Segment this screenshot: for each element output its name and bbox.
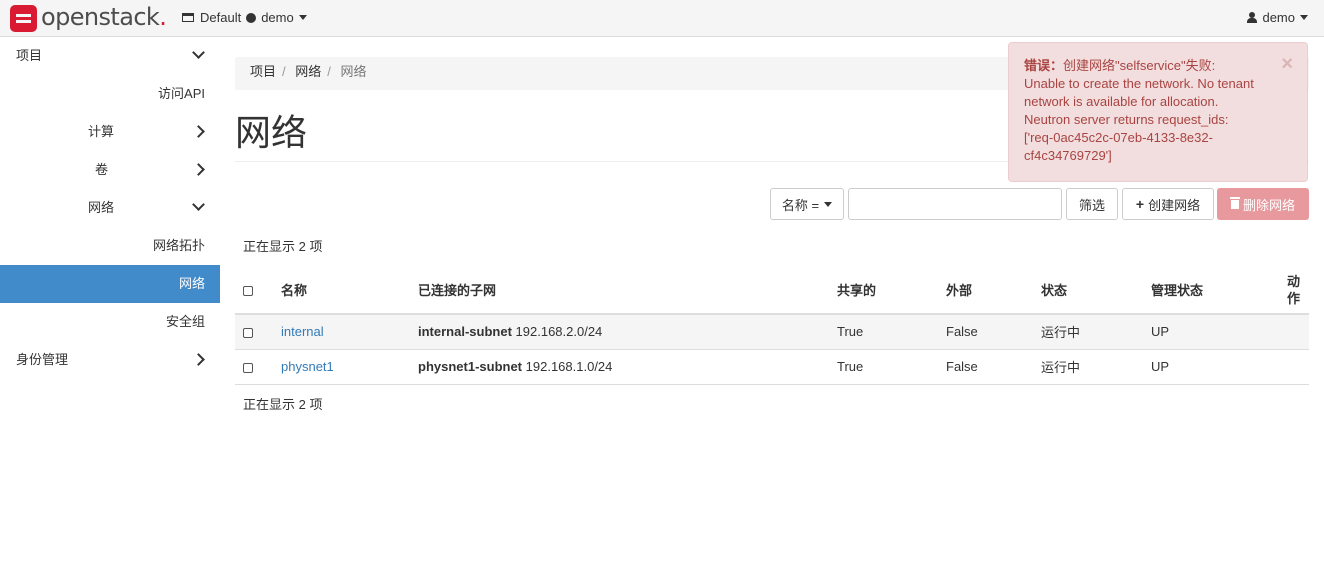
chevron-down-icon — [192, 198, 205, 211]
select-all-checkbox[interactable] — [243, 285, 253, 296]
sidebar-item-network[interactable]: 网络 — [0, 189, 220, 227]
delete-networks-label: 删除网络 — [1242, 197, 1295, 213]
create-network-button[interactable]: + 创建网络 — [1122, 188, 1214, 220]
alert-line: Unable to create the network. No tenant — [1024, 76, 1254, 91]
alert-line: Neutron server returns request_ids: — [1024, 112, 1229, 127]
search-input[interactable] — [848, 188, 1062, 220]
subnet-cidr: 192.168.2.0/24 — [515, 324, 603, 340]
actions-cell — [1279, 314, 1309, 350]
subnet-cidr: 192.168.1.0/24 — [525, 359, 613, 374]
actions-cell — [1279, 349, 1309, 385]
row-checkbox[interactable] — [243, 362, 253, 373]
filter-field-label: 名称 = — [781, 197, 820, 213]
network-name-link[interactable]: internal — [281, 324, 324, 339]
network-name-link[interactable]: physnet1 — [281, 359, 334, 374]
brand-dot: . — [159, 3, 167, 31]
status-cell: 运行中 — [1033, 349, 1143, 385]
brand-name: openstack — [41, 3, 160, 31]
admin-state-cell: UP — [1143, 314, 1279, 350]
status-cell: 运行中 — [1033, 314, 1143, 350]
column-header-admin-state[interactable]: 管理状态 — [1143, 266, 1279, 315]
sidebar-item-compute[interactable]: 计算 — [0, 113, 220, 151]
column-header-subnets: 已连接的子网 — [410, 266, 829, 315]
project-selector[interactable]: Default demo — [182, 10, 307, 25]
subnet-name: internal-subnet — [418, 324, 512, 340]
networks-table: 名称 已连接的子网 共享的 外部 状态 管理状态 动作 internal int… — [235, 266, 1309, 385]
error-alert: × 错误：创建网络"selfservice"失败: Unable to crea… — [1008, 42, 1308, 182]
subnet-name: physnet1-subnet — [418, 359, 523, 374]
sidebar-item-volumes[interactable]: 卷 — [0, 151, 220, 189]
openstack-logo[interactable]: openstack. — [10, 3, 167, 32]
user-menu[interactable]: demo — [1247, 10, 1308, 25]
external-cell: False — [938, 314, 1033, 350]
caret-down-icon — [298, 15, 307, 20]
sidebar-item-identity[interactable]: 身份管理 — [0, 341, 220, 379]
sidebar-item-label: 项目 — [16, 48, 43, 63]
chevron-right-icon — [192, 353, 205, 366]
domain-name: Default — [200, 10, 242, 25]
filter-field-dropdown[interactable]: 名称 = — [770, 188, 844, 220]
sidebar-item-label: 身份管理 — [16, 352, 69, 367]
sidebar: 项目 访问API 计算 卷 网络 网络拓扑 网络 安全组 身份管理 — [0, 37, 220, 379]
item-count-top: 正在显示 2 项 — [243, 239, 323, 254]
sidebar-item-project[interactable]: 项目 — [0, 37, 220, 75]
plus-icon: + — [1135, 196, 1145, 212]
filter-button[interactable]: 筛选 — [1066, 188, 1118, 220]
sidebar-item-label: 网络 — [88, 200, 115, 215]
sidebar-item-label: 网络 — [178, 276, 205, 291]
close-icon[interactable]: × — [1281, 54, 1293, 74]
alert-line: network is available for allocation. — [1024, 94, 1219, 109]
chevron-right-icon — [192, 163, 205, 176]
separator-dot-icon — [246, 12, 257, 23]
caret-down-icon — [1300, 15, 1308, 20]
delete-networks-button[interactable]: 删除网络 — [1217, 188, 1309, 220]
alert-line: 创建网络"selfservice"失败: — [1063, 58, 1216, 73]
table-header-row: 名称 已连接的子网 共享的 外部 状态 管理状态 动作 — [235, 266, 1309, 315]
sidebar-item-label: 卷 — [95, 162, 109, 177]
sidebar-item-label: 计算 — [88, 124, 115, 139]
row-checkbox[interactable] — [243, 327, 253, 338]
sidebar-item-network-topology[interactable]: 网络拓扑 — [0, 227, 220, 265]
select-all-cell — [235, 266, 273, 315]
sidebar-item-api-access[interactable]: 访问API — [0, 75, 220, 113]
sidebar-item-label: 安全组 — [165, 314, 205, 329]
sidebar-item-label: 网络拓扑 — [152, 238, 205, 253]
table-row: physnet1 physnet1-subnet 192.168.1.0/24 … — [235, 349, 1309, 385]
trash-icon — [1229, 196, 1240, 209]
sidebar-item-security-groups[interactable]: 安全组 — [0, 303, 220, 341]
breadcrumb-item-network[interactable]: 网络 — [295, 64, 321, 79]
column-header-shared[interactable]: 共享的 — [829, 266, 938, 315]
top-navbar: openstack. Default demo demo — [0, 0, 1324, 37]
column-header-external[interactable]: 外部 — [938, 266, 1033, 315]
page-title: 网络 — [235, 112, 308, 153]
sidebar-item-networks[interactable]: 网络 — [0, 265, 220, 303]
user-name: demo — [1262, 10, 1295, 25]
breadcrumb-item-project[interactable]: 项目 — [250, 64, 276, 79]
external-cell: False — [938, 349, 1033, 385]
openstack-logo-icon — [10, 4, 37, 32]
project-icon — [182, 13, 194, 22]
alert-prefix: 错误： — [1024, 58, 1064, 73]
table-row: internal internal-subnet 192.168.2.0/24 … — [235, 314, 1309, 350]
item-count-bottom: 正在显示 2 项 — [243, 397, 323, 412]
sidebar-item-label: 访问API — [158, 86, 205, 101]
alert-line: ['req-0ac45c2c-07eb-4133-8e32- — [1024, 130, 1213, 145]
breadcrumb-item-networks: 网络 — [340, 64, 367, 79]
column-header-status[interactable]: 状态 — [1033, 266, 1143, 315]
shared-cell: True — [829, 349, 938, 385]
create-network-label: 创建网络 — [1148, 197, 1201, 213]
alert-line: cf4c34769729'] — [1024, 148, 1112, 163]
shared-cell: True — [829, 314, 938, 350]
admin-state-cell: UP — [1143, 349, 1279, 385]
chevron-down-icon — [192, 46, 205, 59]
chevron-right-icon — [192, 125, 205, 138]
column-header-name[interactable]: 名称 — [273, 266, 410, 315]
project-name: demo — [261, 10, 294, 25]
user-icon — [1247, 12, 1258, 23]
column-header-actions: 动作 — [1279, 266, 1309, 315]
caret-down-icon — [824, 201, 833, 207]
